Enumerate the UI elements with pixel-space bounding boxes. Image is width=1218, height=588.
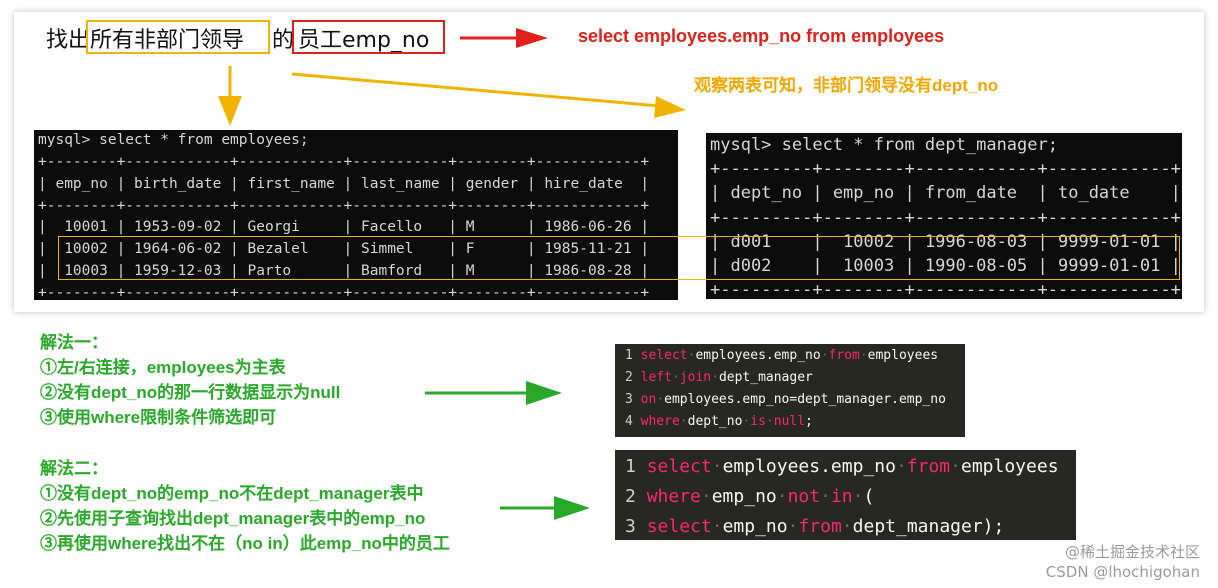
code2-line: 1 select·employees.emp_no·from·employees bbox=[625, 456, 1059, 477]
red-arrow bbox=[460, 28, 548, 48]
code-block-1: 1 select·employees.emp_no·from·employees… bbox=[615, 344, 965, 437]
line-number: 4 bbox=[625, 414, 633, 429]
keyword: left bbox=[640, 370, 672, 385]
code-text: dept_manager); bbox=[852, 516, 1005, 537]
code-text: emp_no bbox=[722, 516, 788, 537]
method1-title: 解法一： bbox=[40, 333, 108, 352]
green-arrow-2 bbox=[500, 496, 590, 520]
code-text: employees bbox=[867, 348, 939, 363]
code1-line: 3 on·employees.emp_no=dept_manager.emp_n… bbox=[625, 392, 946, 407]
code-text: ; bbox=[805, 414, 813, 429]
method1-step: ②没有dept_no的那一行数据显示为null bbox=[40, 383, 341, 402]
keyword: not bbox=[787, 486, 821, 507]
keyword: where bbox=[640, 414, 680, 429]
yellow-arrow-right bbox=[291, 72, 686, 118]
keyword: on bbox=[640, 392, 657, 407]
code2-line: 2 where·emp_no·not·in·( bbox=[625, 486, 875, 507]
watermark: @稀土掘金技术社区 CSDN @lhochigohan bbox=[1046, 542, 1200, 582]
line-number: 2 bbox=[625, 486, 636, 507]
keyword: select bbox=[646, 456, 712, 477]
line-number: 2 bbox=[625, 370, 633, 385]
yellow-arrow-down bbox=[218, 66, 242, 126]
code1-line: 2 left·join·dept_manager bbox=[625, 370, 813, 385]
watermark-csdn: CSDN @lhochigohan bbox=[1045, 563, 1200, 581]
keyword: null bbox=[773, 414, 806, 429]
keyword: in bbox=[830, 486, 853, 507]
keyword: select bbox=[646, 516, 712, 537]
code-text: employees bbox=[961, 456, 1059, 477]
watermark-juejin: @稀土掘金技术社区 bbox=[1064, 543, 1200, 561]
keyword: is bbox=[750, 414, 766, 429]
line-number: 1 bbox=[625, 456, 636, 477]
code-block-2: 1 select·employees.emp_no·from·employees… bbox=[615, 450, 1076, 540]
keyword: from bbox=[906, 456, 951, 477]
code-text: employees.emp_no bbox=[695, 348, 821, 363]
method2-step: ③再使用where找出不在（no in）此emp_no中的员工 bbox=[40, 534, 450, 553]
code1-line: 4 where·dept_no·is·null; bbox=[625, 414, 813, 429]
code-text: employees.emp_no bbox=[722, 456, 896, 477]
line-number: 3 bbox=[625, 516, 636, 537]
code-text: ( bbox=[863, 486, 875, 507]
line-number: 3 bbox=[625, 392, 633, 407]
code-text: emp_no bbox=[711, 486, 777, 507]
method2-step: ②先使用子查询找出dept_manager表中的emp_no bbox=[40, 509, 426, 528]
code1-line: 1 select·employees.emp_no·from·employees bbox=[625, 348, 939, 363]
keyword: from bbox=[828, 348, 860, 363]
code2-line: 3 select·emp_no·from·dept_manager); bbox=[625, 516, 1005, 537]
method2-block: 解法二： ①没有dept_no的emp_no不在dept_manager表中 ②… bbox=[40, 456, 450, 556]
keyword: join bbox=[679, 370, 712, 385]
keyword: where bbox=[646, 486, 701, 507]
method2-step: ①没有dept_no的emp_no不在dept_manager表中 bbox=[40, 484, 424, 503]
keyword: select bbox=[640, 348, 688, 363]
line-number: 1 bbox=[625, 348, 633, 363]
keyword: from bbox=[798, 516, 842, 537]
code-text: dept_no bbox=[687, 414, 743, 429]
code-text: dept_manager bbox=[718, 370, 813, 385]
method2-title: 解法二： bbox=[40, 459, 108, 478]
green-arrow-1 bbox=[425, 381, 562, 405]
method1-block: 解法一： ①左/右连接，employees为主表 ②没有dept_no的那一行数… bbox=[40, 330, 340, 430]
method1-step: ①左/右连接，employees为主表 bbox=[40, 358, 286, 377]
method1-step: ③使用where限制条件筛选即可 bbox=[40, 408, 277, 427]
code-text: employees.emp_no=dept_manager.emp_no bbox=[664, 392, 946, 407]
